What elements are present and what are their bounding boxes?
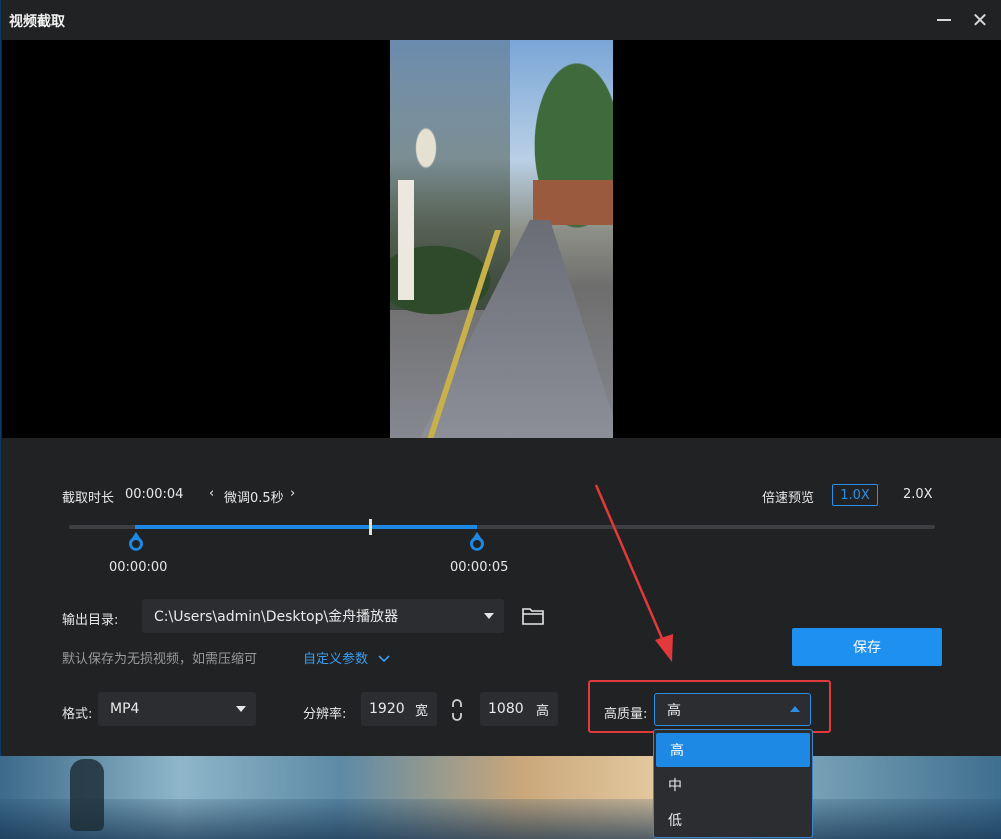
save-button[interactable]: 保存	[792, 628, 942, 666]
resolution-width-unit: 宽	[414, 703, 428, 719]
duration-value: 00:00:04	[125, 487, 184, 502]
desktop-figure	[70, 759, 104, 831]
desktop-ground	[0, 799, 1001, 839]
video-frame	[390, 40, 613, 438]
timeline-selection	[135, 525, 477, 529]
timeline-playhead[interactable]	[369, 519, 372, 535]
title-bar: 视频截取 ✕	[1, 0, 1001, 40]
chevron-down-icon	[378, 655, 390, 663]
resolution-width-input[interactable]: 1920 宽	[361, 692, 437, 726]
scene-building	[533, 180, 613, 225]
chevron-up-icon	[790, 705, 800, 712]
chevron-down-icon	[484, 613, 494, 619]
close-icon: ✕	[971, 8, 989, 32]
output-dir-select[interactable]: C:\Users\admin\Desktop\金舟播放器	[142, 599, 504, 633]
close-button[interactable]: ✕	[965, 6, 995, 34]
format-select[interactable]: MP4	[98, 692, 256, 726]
resolution-height-unit: 高	[535, 703, 549, 719]
output-dir-label: 输出目录:	[62, 613, 119, 628]
speed-option-1x[interactable]: 1.0X	[832, 484, 878, 506]
quality-select[interactable]: 高	[654, 693, 811, 726]
start-handle-icon	[129, 532, 143, 551]
link-aspect-icon[interactable]	[450, 697, 464, 723]
output-dir-value: C:\Users\admin\Desktop\金舟播放器	[154, 609, 399, 625]
lossless-hint: 默认保存为无损视频，如需压缩可	[62, 652, 258, 667]
quality-option-medium[interactable]: 中	[654, 768, 812, 802]
duration-label: 截取时长	[62, 491, 115, 506]
format-value: MP4	[110, 701, 140, 717]
resolution-width-value: 1920	[369, 701, 405, 717]
start-time: 00:00:00	[109, 560, 168, 575]
custom-params-link[interactable]: 自定义参数	[303, 648, 390, 667]
minimize-icon	[937, 19, 951, 21]
quality-option-low[interactable]: 低	[654, 803, 812, 837]
chevron-down-icon	[236, 706, 246, 712]
quality-option-high[interactable]: 高	[656, 733, 810, 767]
minimize-button[interactable]	[929, 6, 959, 34]
end-handle-icon	[470, 532, 484, 551]
speed-option-2x[interactable]: 2.0X	[903, 487, 933, 502]
resolution-label: 分辨率:	[303, 707, 347, 722]
quality-label: 高质量:	[604, 707, 648, 722]
speed-preview-label: 倍速预览	[762, 491, 815, 506]
timeline-track[interactable]	[69, 519, 935, 535]
end-handle[interactable]	[466, 531, 488, 555]
scene-trunk	[398, 180, 414, 300]
quality-menu: 高 中 低	[653, 729, 813, 838]
desktop-background	[0, 755, 1001, 839]
window-title: 视频截取	[9, 14, 65, 30]
start-handle[interactable]	[125, 531, 147, 555]
end-time: 00:00:05	[450, 560, 509, 575]
resolution-height-input[interactable]: 1080 高	[480, 692, 558, 726]
nudge-prev-button[interactable]: ‹	[209, 486, 214, 501]
format-label: 格式:	[62, 707, 93, 722]
custom-params-label: 自定义参数	[303, 652, 369, 667]
resolution-height-value: 1080	[488, 701, 524, 717]
video-preview[interactable]	[2, 40, 1001, 438]
folder-icon[interactable]	[521, 605, 545, 627]
nudge-next-button[interactable]: ›	[290, 486, 295, 501]
video-trim-window: 视频截取 ✕ 截取时长 00:00:04 ‹ 微调0.5秒 › 倍速预览 1.0…	[0, 0, 1001, 756]
quality-value: 高	[667, 702, 681, 719]
nudge-label: 微调0.5秒	[224, 491, 284, 506]
